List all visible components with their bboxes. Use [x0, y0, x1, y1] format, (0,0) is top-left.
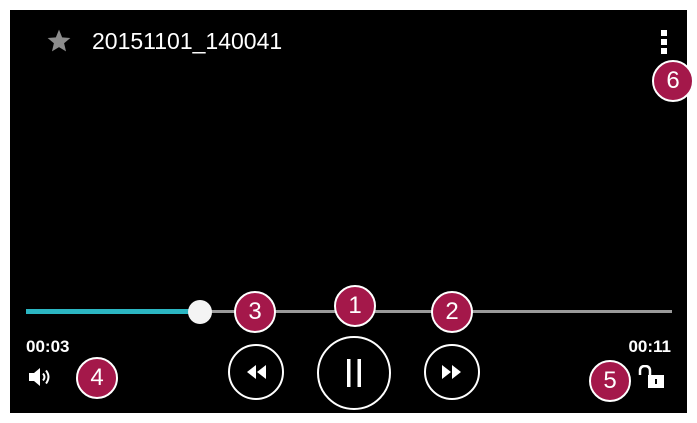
callout-marker: 2: [431, 291, 473, 333]
fast-forward-icon: [442, 365, 461, 379]
pause-button[interactable]: [317, 336, 391, 410]
seek-progress: [26, 309, 201, 314]
rewind-icon: [247, 365, 266, 379]
time-elapsed: 00:03: [26, 337, 70, 356]
video-player-screen: 20151101_140041 00:03 00:11 1 2 3 4 5 6: [10, 10, 694, 413]
fast-forward-button[interactable]: [424, 344, 480, 400]
time-total: 00:11: [628, 337, 671, 356]
overflow-menu-icon[interactable]: [656, 27, 672, 57]
top-bar: 20151101_140041: [10, 10, 687, 72]
star-icon[interactable]: [46, 28, 72, 54]
volume-icon[interactable]: [28, 366, 54, 388]
rewind-button[interactable]: [228, 344, 284, 400]
unlock-icon[interactable]: [638, 365, 668, 389]
file-title: 20151101_140041: [92, 28, 283, 54]
callout-marker: 5: [589, 360, 631, 402]
callout-marker: 4: [76, 357, 118, 399]
pause-icon: [347, 359, 361, 387]
callout-marker: 1: [334, 285, 376, 327]
callout-marker: 3: [234, 291, 276, 333]
callout-marker: 6: [652, 60, 694, 102]
seek-thumb[interactable]: [188, 300, 213, 324]
